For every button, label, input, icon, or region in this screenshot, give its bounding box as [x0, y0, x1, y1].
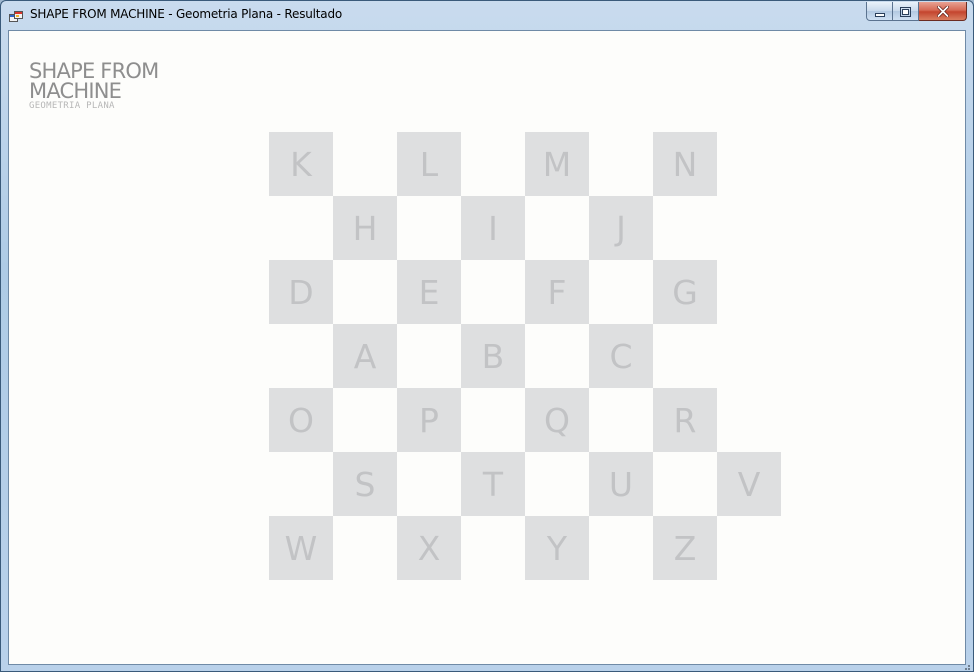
letter-tile-y[interactable]: Y: [525, 516, 589, 580]
letter-tile-t[interactable]: T: [461, 452, 525, 516]
letter-tile-g[interactable]: G: [653, 260, 717, 324]
minimize-button[interactable]: [866, 2, 893, 21]
letter-tile-e[interactable]: E: [397, 260, 461, 324]
resize-grip-icon[interactable]: [961, 659, 971, 670]
minimize-icon: [874, 2, 885, 21]
letter-tile-m[interactable]: M: [525, 132, 589, 196]
letter-tile-h[interactable]: H: [333, 196, 397, 260]
letter-tile-p[interactable]: P: [397, 388, 461, 452]
letter-tile-d[interactable]: D: [269, 260, 333, 324]
letter-tile-x[interactable]: X: [397, 516, 461, 580]
app-icon[interactable]: [9, 9, 23, 22]
brand-title-line2: MACHINE: [29, 79, 122, 103]
letter-tile-z[interactable]: Z: [653, 516, 717, 580]
letter-tile-k[interactable]: K: [269, 132, 333, 196]
letter-tile-f[interactable]: F: [525, 260, 589, 324]
maximize-icon: [900, 2, 911, 21]
letter-tile-b[interactable]: B: [461, 324, 525, 388]
letter-tile-o[interactable]: O: [269, 388, 333, 452]
letter-tile-a[interactable]: A: [333, 324, 397, 388]
letter-tile-v[interactable]: V: [717, 452, 781, 516]
client-area: SHAPE FROM MACHINE GEOMETRIA PLANA K L M…: [8, 30, 966, 665]
close-button[interactable]: [919, 2, 967, 21]
letter-tile-u[interactable]: U: [589, 452, 653, 516]
letter-tile-c[interactable]: C: [589, 324, 653, 388]
maximize-button[interactable]: [893, 2, 919, 21]
app-window: SHAPE FROM MACHINE - Geometria Plana - R…: [0, 0, 974, 672]
letter-tile-q[interactable]: Q: [525, 388, 589, 452]
letter-tile-s[interactable]: S: [333, 452, 397, 516]
letter-tile-i[interactable]: I: [461, 196, 525, 260]
letter-tile-w[interactable]: W: [269, 516, 333, 580]
letter-tile-l[interactable]: L: [397, 132, 461, 196]
close-icon: [936, 2, 949, 21]
brand-title-line1: SHAPE FROM: [29, 59, 159, 83]
letter-tile-j[interactable]: J: [589, 196, 653, 260]
letter-tile-n[interactable]: N: [653, 132, 717, 196]
title-bar[interactable]: SHAPE FROM MACHINE - Geometria Plana - R…: [1, 1, 973, 30]
brand-logo: SHAPE FROM MACHINE GEOMETRIA PLANA: [29, 59, 159, 112]
letter-tile-r[interactable]: R: [653, 388, 717, 452]
window-title: SHAPE FROM MACHINE - Geometria Plana - R…: [30, 7, 343, 21]
brand-subtitle: GEOMETRIA PLANA: [29, 101, 115, 111]
